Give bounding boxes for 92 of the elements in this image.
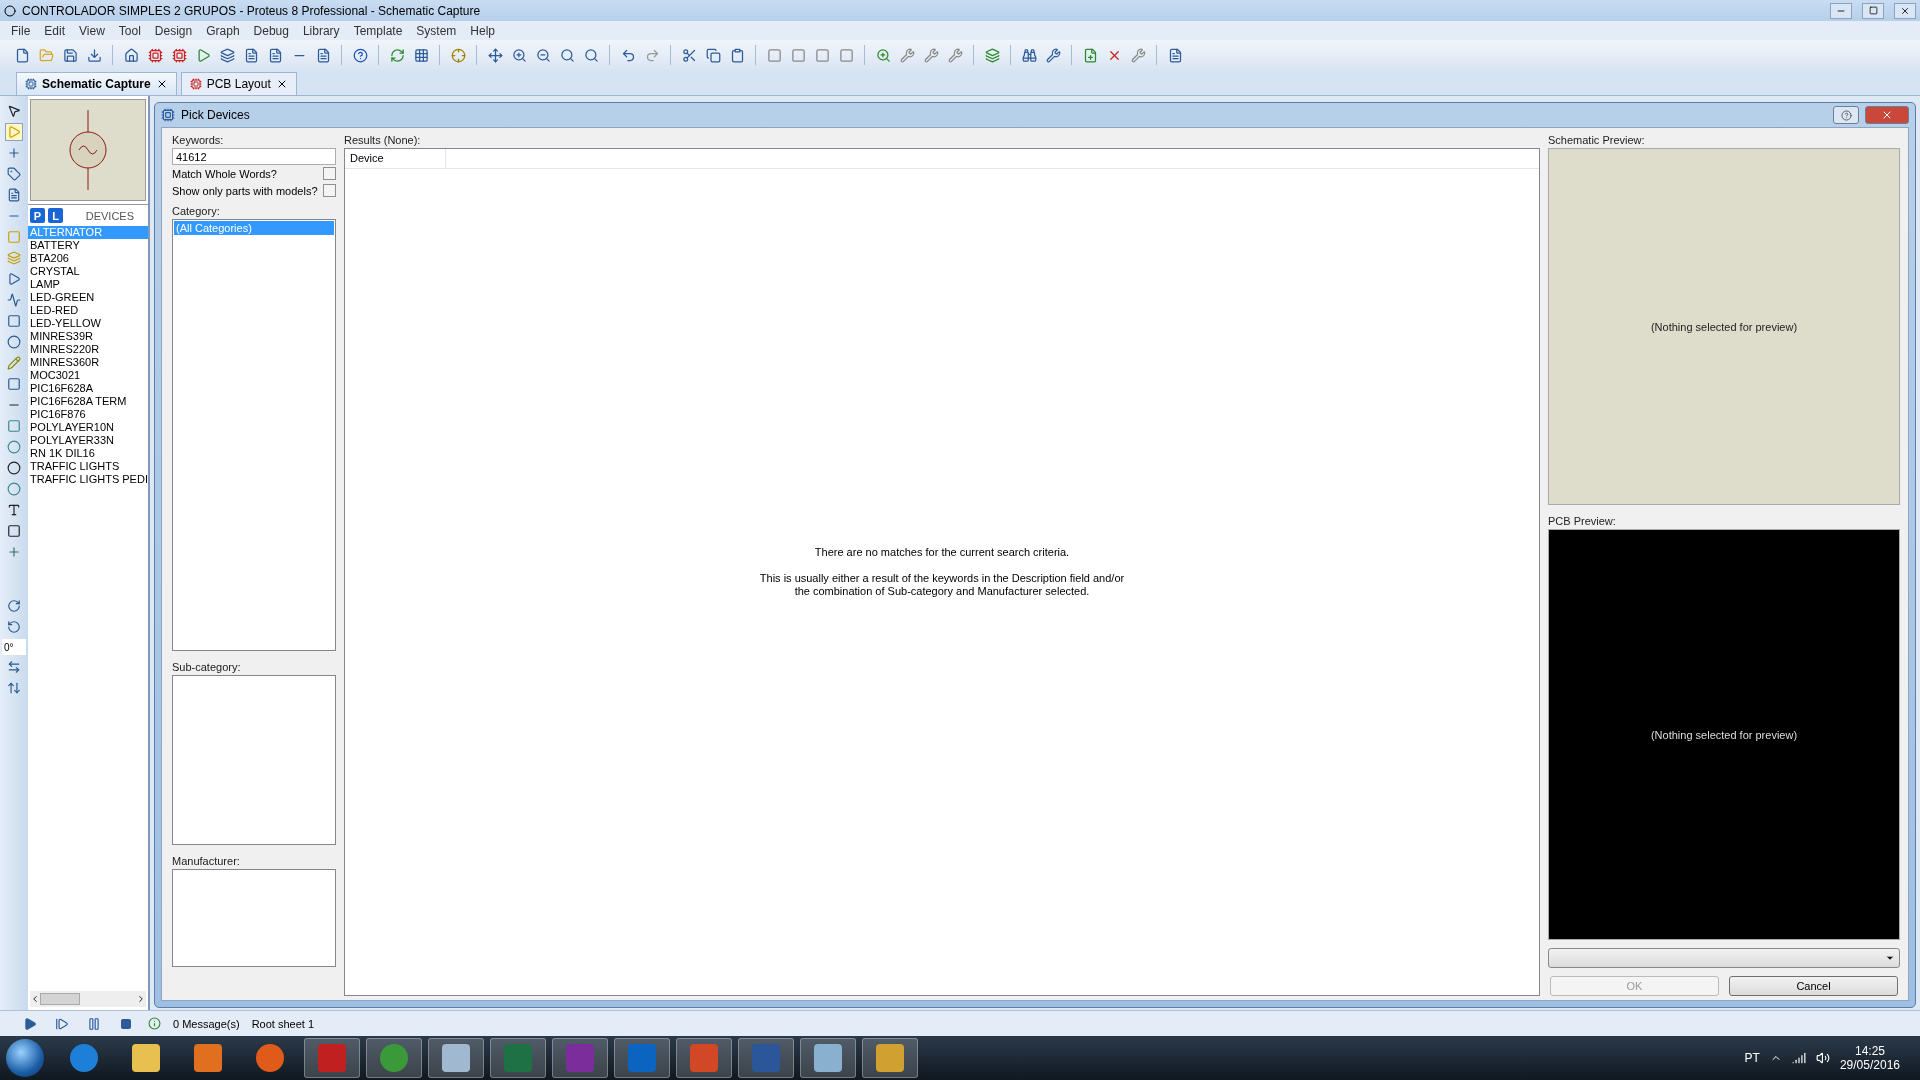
chip-icon (189, 78, 202, 90)
close-button[interactable] (1894, 2, 1916, 19)
taskbar-app[interactable] (800, 1038, 856, 1078)
no-matches-message: There are no matches for the current search criteria. (814, 546, 1070, 558)
menu-item[interactable]: Graph (199, 23, 247, 38)
subcategory-label: Sub-category: (172, 661, 242, 673)
device-item[interactable]: TRAFFIC LIGHTS PEDI (28, 473, 148, 486)
taskbar-app[interactable] (428, 1038, 484, 1078)
manufacturer-label: Manufacturer: (172, 855, 241, 867)
device-item[interactable]: POLYLAYER10N (28, 421, 148, 434)
checkbox[interactable] (323, 167, 336, 180)
column-header[interactable]: Device (345, 149, 446, 168)
help-icon (1840, 109, 1852, 121)
dialog-title: Pick Devices (181, 108, 251, 122)
no-matches-hint: This is usually either a result of the keywords in the Description field and/or the combination of Sub-category and Manufacturer selected. (759, 572, 1125, 598)
device-item[interactable]: RN 1K DIL16 (28, 447, 148, 460)
menu-item[interactable]: Template (346, 23, 410, 38)
signal-icon[interactable] (1791, 1051, 1806, 1065)
pcb-preview-label: PCB Preview: (1548, 515, 1617, 528)
preview-message: (Nothing selected for preview) (1650, 728, 1798, 741)
menu-item[interactable]: Tool (111, 23, 148, 38)
menu-item[interactable]: Edit (37, 23, 73, 38)
dropdown-arrow-icon (1885, 953, 1895, 963)
keywords-label: Keywords: (172, 134, 225, 146)
menu-item[interactable]: View (72, 23, 112, 38)
restore-button[interactable] (1862, 2, 1884, 19)
option-label: Match Whole Words? (172, 167, 277, 180)
sheet-name: Root sheet 1 (251, 1017, 314, 1030)
device-item[interactable]: CRYSTAL (28, 265, 148, 278)
graph-icon[interactable] (5, 291, 23, 309)
close-icon (1881, 109, 1893, 121)
results-label: Results (None): (344, 134, 422, 146)
rotation-field[interactable]: 0° (2, 639, 26, 655)
device-item[interactable]: LED-RED (28, 304, 148, 317)
device-item[interactable]: MINRES220R (28, 343, 148, 356)
device-item[interactable]: MINRES39R (28, 330, 148, 343)
device-item[interactable]: LAMP (28, 278, 148, 291)
rotate-clockwise-icon[interactable] (5, 597, 23, 615)
scroll-left-icon[interactable] (30, 994, 40, 1004)
subcategory-list[interactable] (172, 675, 336, 845)
help-button[interactable] (1833, 106, 1859, 124)
window-title: CONTROLADOR SIMPLES 2 GRUPOS - Proteus 8 Professional - Schematic Capture (22, 3, 482, 18)
rotate-counterclockwise-icon[interactable] (5, 618, 23, 636)
message-count[interactable]: 0 Message(s) (173, 1017, 240, 1030)
menu-item[interactable]: Design (147, 23, 200, 38)
close-icon (1900, 5, 1910, 16)
category-label: Category: (172, 205, 221, 217)
mode-button[interactable]: P (30, 208, 45, 223)
device-item[interactable]: MINRES360R (28, 356, 148, 369)
box-icon[interactable] (5, 417, 23, 435)
restore-icon (1868, 6, 1878, 15)
device-item[interactable]: BTA206 (28, 252, 148, 265)
language-indicator[interactable]: PT (1744, 1051, 1760, 1065)
chip-icon (25, 78, 37, 90)
device-item[interactable]: POLYLAYER33N (28, 434, 148, 447)
device-item[interactable]: PIC16F628A TERM (28, 395, 148, 408)
devices-heading: DEVICES (85, 209, 134, 222)
keywords-field[interactable]: 41612 (172, 148, 336, 165)
start-button[interactable] (6, 1039, 44, 1077)
info-icon (148, 1017, 161, 1030)
tab[interactable]: Schematic Capture (16, 72, 177, 95)
device-item[interactable]: BATTERY (28, 239, 148, 252)
device-item[interactable]: LED-YELLOW (28, 317, 148, 330)
dialog-button[interactable]: Cancel (1729, 976, 1898, 996)
label-icon[interactable] (5, 165, 23, 183)
menu-item[interactable]: Help (463, 23, 503, 38)
scroll-right-icon[interactable] (136, 994, 146, 1004)
mode-button[interactable]: L (48, 208, 63, 223)
package-dropdown[interactable] (1548, 948, 1900, 968)
app-icon (4, 4, 16, 17)
scroll-thumb[interactable] (40, 993, 80, 1005)
device-item[interactable]: PIC16F876 (28, 408, 148, 421)
device-item[interactable]: LED-GREEN (28, 291, 148, 304)
menu-item[interactable]: System (409, 23, 464, 38)
checkbox[interactable] (323, 184, 336, 197)
menu-item[interactable]: File (4, 23, 38, 38)
tab[interactable]: PCB Layout (180, 72, 297, 95)
minimize-button[interactable] (1830, 2, 1852, 19)
clock-time[interactable]: 14:25 (1854, 1044, 1885, 1058)
manufacturer-list[interactable] (172, 869, 336, 967)
menu-item[interactable]: Debug (246, 23, 296, 38)
dialog-icon (161, 108, 175, 122)
menu-item[interactable]: Library (295, 23, 347, 38)
preview-message: (Nothing selected for preview) (1650, 320, 1798, 333)
device-item[interactable]: MOC3021 (28, 369, 148, 382)
option-label: Show only parts with models? (172, 184, 318, 197)
volume-icon[interactable] (1815, 1051, 1830, 1065)
device-item[interactable]: PIC16F628A (28, 382, 148, 395)
clock-date[interactable]: 29/05/2016 (1839, 1058, 1900, 1072)
schematic-preview-label: Schematic Preview: (1548, 134, 1646, 146)
device-item[interactable]: TRAFFIC LIGHTS (28, 460, 148, 473)
horizontal-scrollbar[interactable] (30, 991, 146, 1007)
